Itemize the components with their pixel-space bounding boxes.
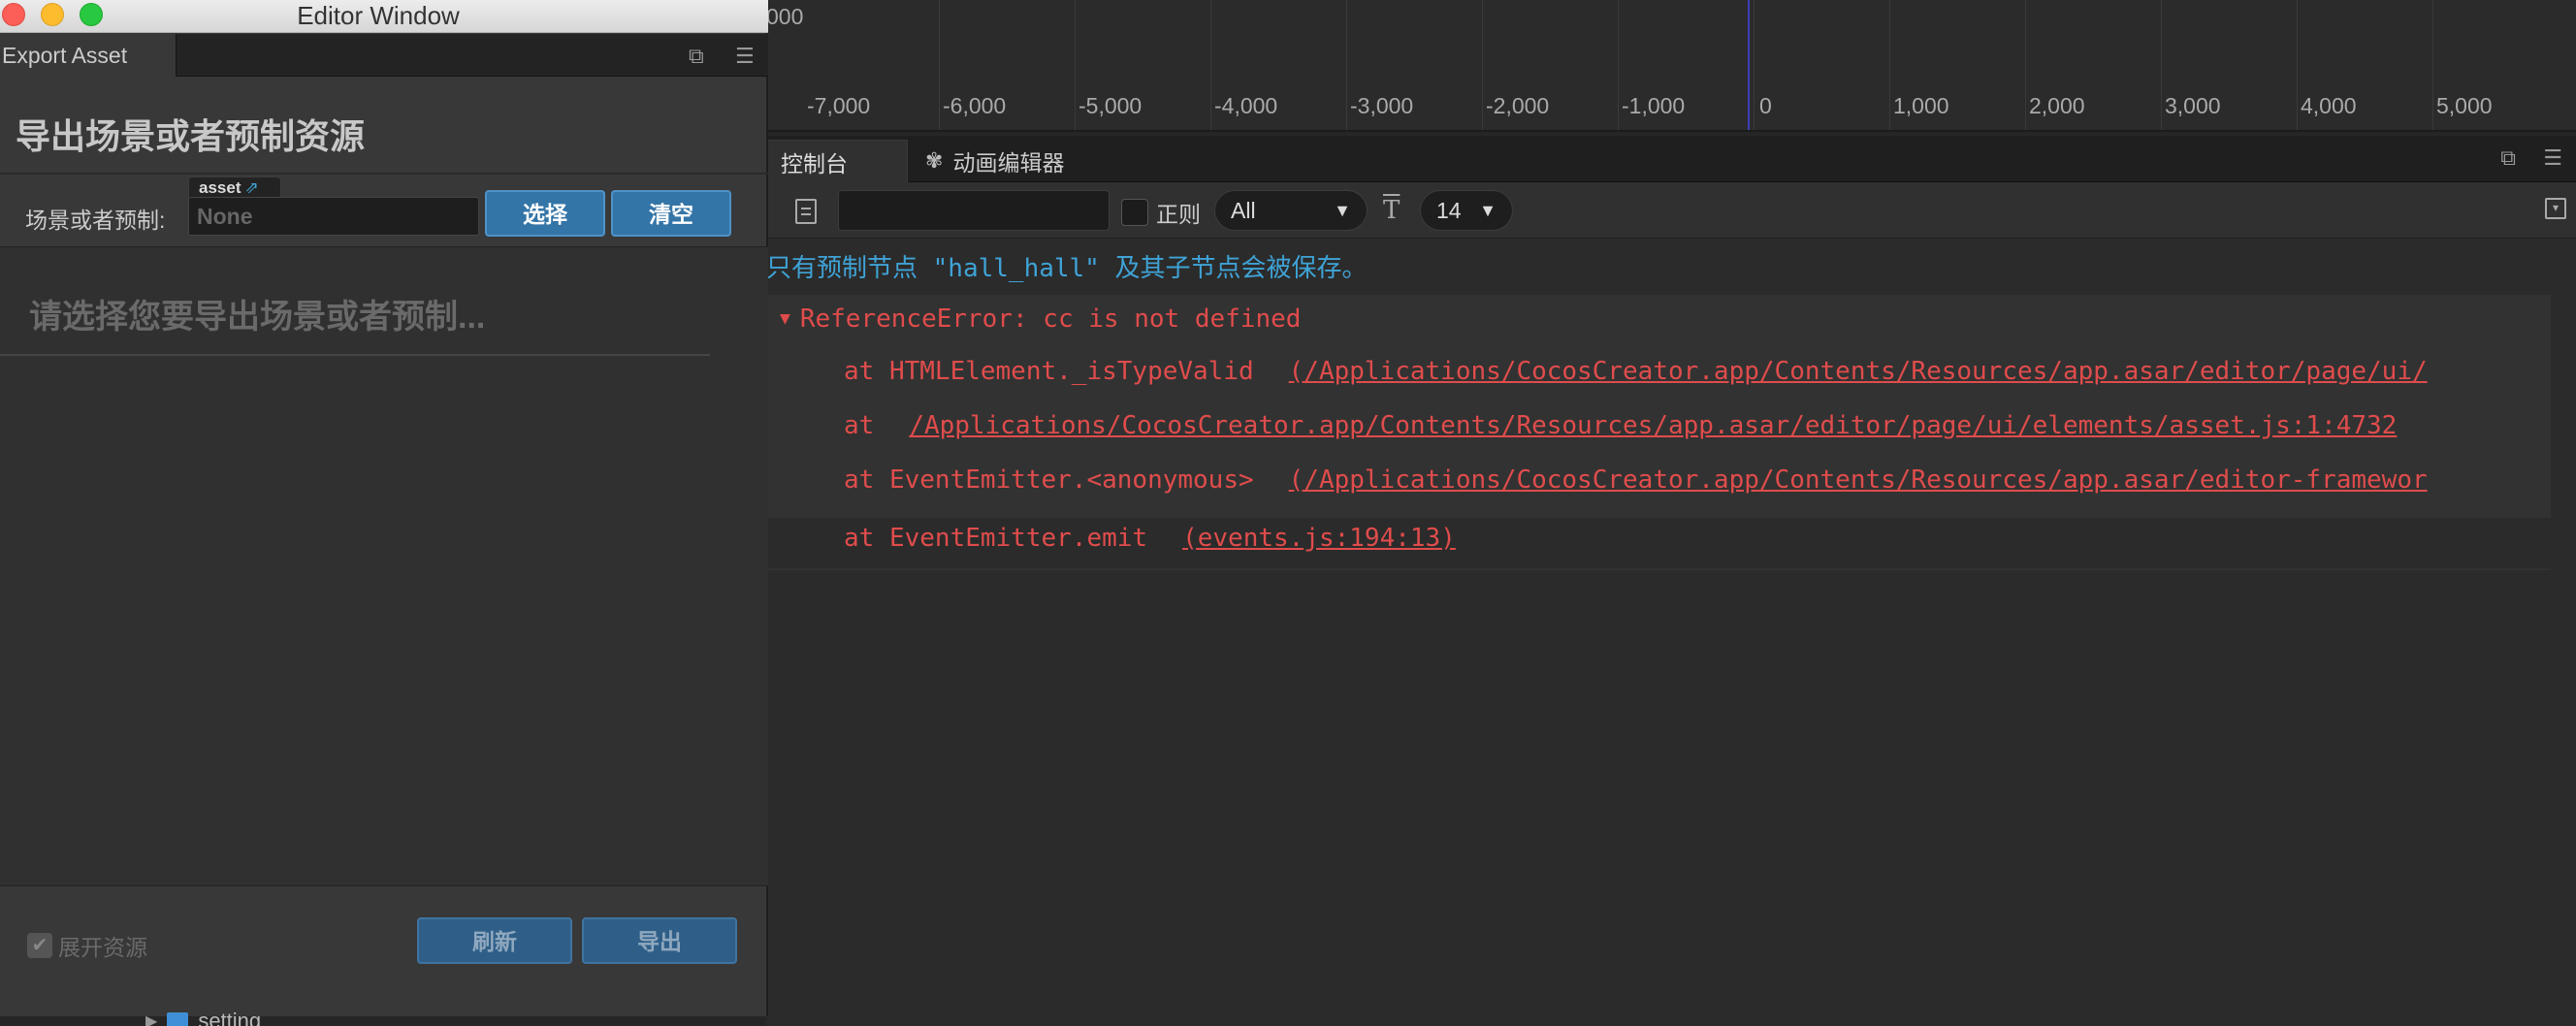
tab-animation-editor[interactable]: ✾ 动画编辑器 xyxy=(912,140,1078,182)
asset-field[interactable]: None xyxy=(188,197,479,236)
stack-link[interactable]: (events.js:194:13) xyxy=(1182,524,1456,553)
ruler-tick: -6,000 xyxy=(943,93,1007,118)
regex-toggle[interactable]: 正则 xyxy=(1121,196,1201,229)
editor-window: Editor Window Export Asset ⧉ ☰ 导出场景或者预制资… xyxy=(0,0,768,1016)
folder-icon xyxy=(167,1012,189,1026)
stack-line: at EventEmitter.emit (events.js:194:13) xyxy=(844,524,1456,553)
error-message: ReferenceError: cc is not defined xyxy=(799,305,1302,334)
asset-prop-label: 场景或者预制: xyxy=(25,208,166,233)
ruler-tick: 1,000 xyxy=(1893,93,1949,118)
log-info: 只有预制节点 "hall_hall" 及其子节点会被保存。 xyxy=(766,254,1368,283)
screen: 000 -7,000 -6,000 -5,000 -4,000 -3,000 -… xyxy=(0,0,2576,1026)
caret-right-icon[interactable]: ▶ xyxy=(145,1011,157,1026)
asset-tree-item[interactable]: ▶ setting xyxy=(145,1009,261,1026)
stack-link[interactable]: /Applications/CocosCreator.app/Contents/… xyxy=(909,411,2397,440)
chevron-down-icon: ▼ xyxy=(1479,200,1497,220)
ruler-tick: 0 xyxy=(1759,93,1772,118)
log-level-select[interactable]: All ▼ xyxy=(1214,190,1368,231)
tab-console-label: 控制台 xyxy=(781,150,848,176)
refresh-button[interactable]: 刷新 xyxy=(417,917,572,964)
tab-console[interactable]: 控制台 xyxy=(766,140,908,182)
chevron-down-icon: ▼ xyxy=(1334,200,1351,220)
export-content-area: 请选择您要导出场景或者预制... xyxy=(0,246,768,886)
regex-checkbox[interactable] xyxy=(1121,199,1148,226)
external-link-icon[interactable]: ⇗ xyxy=(244,178,258,197)
clear-button[interactable]: 清空 xyxy=(611,190,731,237)
panel-tabbar: Export Asset ⧉ ☰ xyxy=(0,34,768,77)
stack-prefix: at EventEmitter.emit xyxy=(844,524,1148,553)
placeholder-text: 请选择您要导出场景或者预制... xyxy=(29,299,486,336)
document-icon[interactable] xyxy=(795,199,817,224)
regex-label: 正则 xyxy=(1156,202,1201,227)
stack-line: at EventEmitter.<anonymous> (/Application… xyxy=(844,465,2428,495)
stack-prefix: at xyxy=(844,411,875,440)
collapse-icon[interactable]: ▾ xyxy=(2545,198,2566,219)
ruler-tick: -7,000 xyxy=(807,93,871,118)
asset-tag-label: asset xyxy=(199,178,242,197)
expand-assets-toggle[interactable]: ✔ 展开资源 xyxy=(27,929,147,962)
ruler-tick: 3,000 xyxy=(2165,93,2221,118)
animation-icon: ✾ xyxy=(925,148,944,173)
popout-icon[interactable]: ⧉ xyxy=(689,44,704,69)
ruler-tick: 4,000 xyxy=(2301,93,2357,118)
asset-type-tag[interactable]: asset ⇗ xyxy=(188,176,281,198)
window-title: Editor Window xyxy=(297,1,460,30)
tree-item-label: setting xyxy=(198,1009,262,1026)
stack-prefix: at HTMLElement._isTypeValid xyxy=(844,357,1254,386)
stack-link[interactable]: (/Applications/CocosCreator.app/Contents… xyxy=(1289,357,2428,386)
font-size-value: 14 xyxy=(1436,197,1462,223)
font-size-icon: T xyxy=(1383,196,1401,225)
dock-tabbar: 控制台 ✾ 动画编辑器 ⧉ ☰ xyxy=(766,136,2576,182)
checkmark-icon[interactable]: ✔ xyxy=(27,933,52,958)
ruler-tick: 2,000 xyxy=(2029,93,2085,118)
log-error: ▼ ReferenceError: cc is not defined at HT… xyxy=(766,295,2551,518)
menu-icon[interactable]: ☰ xyxy=(2543,145,2562,171)
popout-icon[interactable]: ⧉ xyxy=(2500,145,2516,171)
ruler-tick: -2,000 xyxy=(1486,93,1550,118)
origin-line xyxy=(1748,0,1750,130)
ruler-tick: 5,000 xyxy=(2436,93,2493,118)
export-button[interactable]: 导出 xyxy=(582,917,737,964)
stack-line: at/Applications/CocosCreator.app/Content… xyxy=(844,411,2397,440)
ruler-tick: -1,000 xyxy=(1622,93,1686,118)
select-button[interactable]: 选择 xyxy=(485,190,605,237)
scene-ruler: 000 -7,000 -6,000 -5,000 -4,000 -3,000 -… xyxy=(766,0,2576,132)
ruler-tick: -4,000 xyxy=(1214,93,1278,118)
console-log: 只有预制节点 "hall_hall" 及其子节点会被保存。 ▼ Reference… xyxy=(766,239,2576,1026)
expand-assets-label: 展开资源 xyxy=(58,935,147,960)
tab-animation-editor-label: 动画编辑器 xyxy=(952,150,1065,176)
divider xyxy=(0,354,710,356)
tab-export-asset[interactable]: Export Asset xyxy=(0,34,177,77)
stack-link[interactable]: (/Applications/CocosCreator.app/Contents… xyxy=(1289,465,2428,495)
error-title[interactable]: ▼ ReferenceError: cc is not defined xyxy=(780,305,1301,334)
menu-icon[interactable]: ☰ xyxy=(735,44,755,69)
ruler-top-fragment: 000 xyxy=(766,4,804,29)
log-level-value: All xyxy=(1231,197,1256,223)
ruler-tick: -3,000 xyxy=(1350,93,1414,118)
font-size-select[interactable]: 14 ▼ xyxy=(1420,190,1513,231)
panel-heading: 导出场景或者预制资源 xyxy=(16,116,366,156)
console-filter-input[interactable] xyxy=(838,190,1110,231)
window-titlebar: Editor Window xyxy=(0,0,768,33)
stack-line: at HTMLElement._isTypeValid (/Application… xyxy=(844,357,2428,386)
divider xyxy=(0,173,768,175)
console-toolbar: 正则 All ▼ T 14 ▼ ▾ xyxy=(766,182,2576,239)
expand-triangle-icon[interactable]: ▼ xyxy=(780,308,790,329)
stack-prefix: at EventEmitter.<anonymous> xyxy=(844,465,1254,495)
ruler-tick: -5,000 xyxy=(1079,93,1143,118)
